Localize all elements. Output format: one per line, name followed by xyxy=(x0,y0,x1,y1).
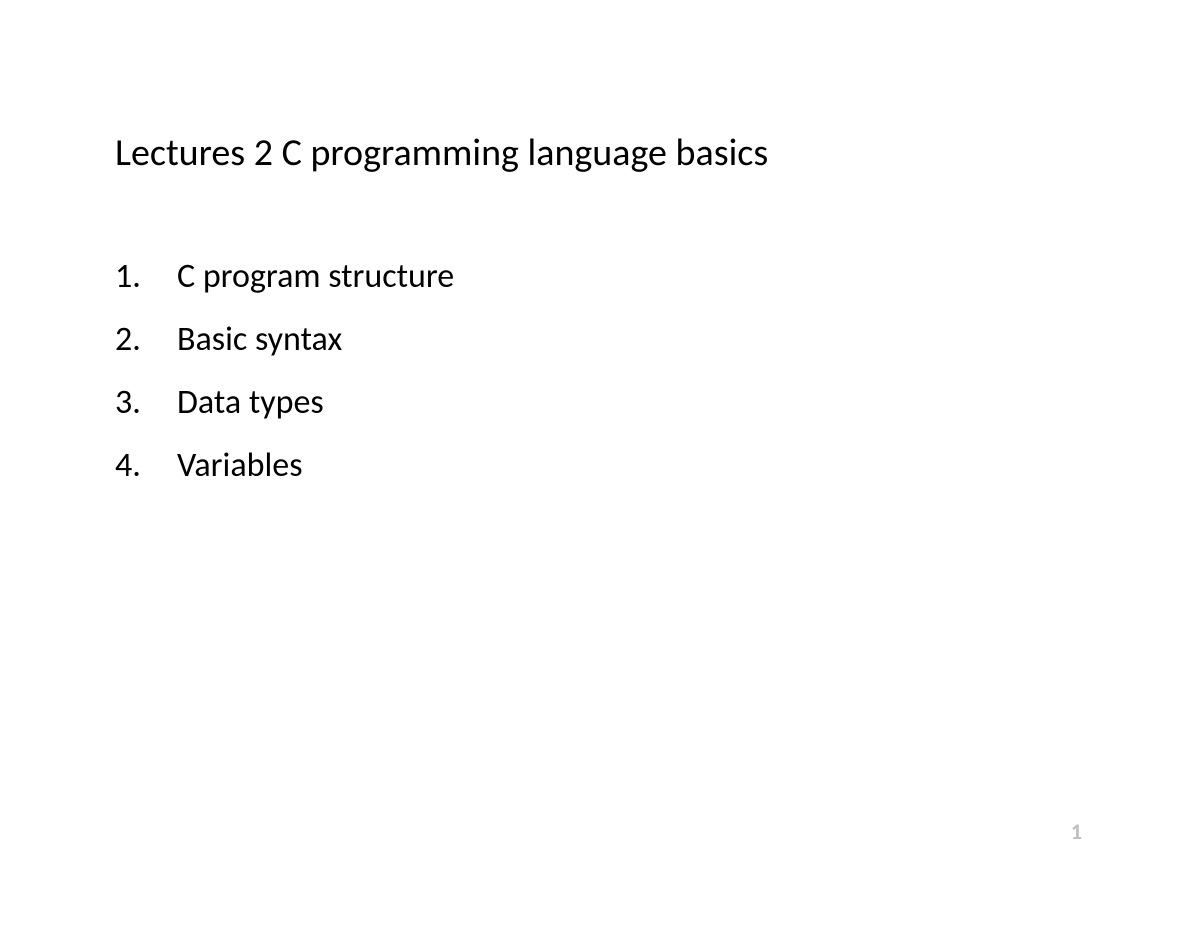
list-text: Basic syntax xyxy=(177,319,342,360)
list-text: C program structure xyxy=(177,256,454,297)
list-text: Variables xyxy=(177,445,303,486)
list-item: 3. Data types xyxy=(115,382,1085,423)
list-text: Data types xyxy=(177,382,324,423)
slide-title: Lectures 2 C programming language basics xyxy=(115,130,1085,176)
slide: Lectures 2 C programming language basics… xyxy=(0,0,1200,927)
list-item: 2. Basic syntax xyxy=(115,319,1085,360)
list-number: 2. xyxy=(115,319,177,360)
list-number: 3. xyxy=(115,382,177,423)
list-number: 1. xyxy=(115,256,177,297)
outline-list: 1. C program structure 2. Basic syntax 3… xyxy=(115,256,1085,486)
list-number: 4. xyxy=(115,445,177,486)
list-item: 1. C program structure xyxy=(115,256,1085,297)
page-number: 1 xyxy=(1071,818,1082,845)
list-item: 4. Variables xyxy=(115,445,1085,486)
